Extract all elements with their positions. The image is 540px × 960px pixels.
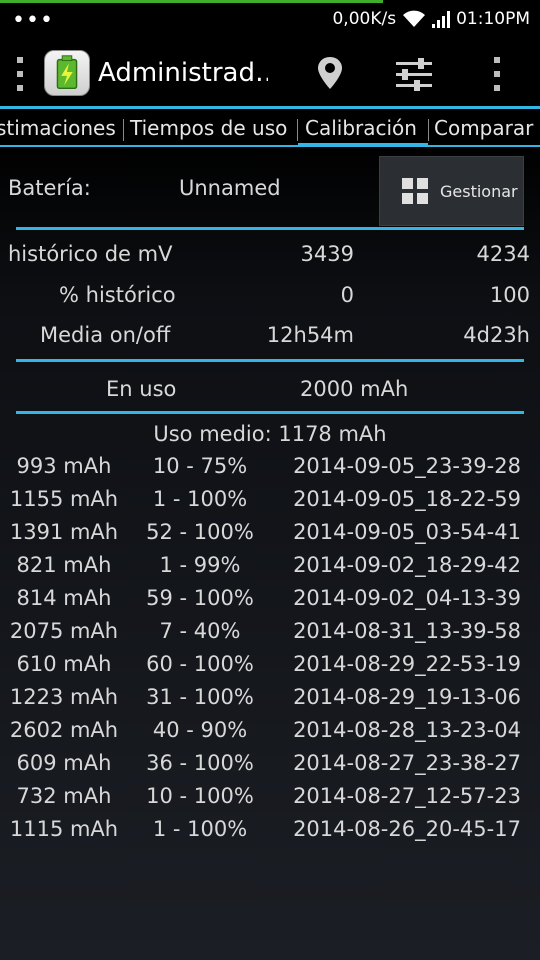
battery-app-icon[interactable] <box>44 50 90 96</box>
tab-calibracion[interactable]: Calibración <box>305 116 417 140</box>
history-mah: 814 mAh <box>16 586 112 610</box>
action-bar: Administrad… <box>0 40 540 106</box>
history-range: 10 - 100% <box>146 784 254 808</box>
history-mah: 610 mAh <box>16 652 112 676</box>
history-range: 1 - 100% <box>152 817 248 841</box>
signal-icon <box>432 10 451 28</box>
stat-row-mv: histórico de mV 3439 4234 <box>0 242 540 272</box>
stat-min: 0 <box>340 283 354 307</box>
history-range: 1 - 99% <box>159 553 241 577</box>
stat-label: Media on/off <box>40 323 171 347</box>
grid-icon <box>402 178 428 204</box>
history-mah: 1223 mAh <box>9 685 119 709</box>
history-range: 10 - 75% <box>152 454 248 478</box>
divider <box>16 359 524 362</box>
stat-min: 12h54m <box>266 323 354 347</box>
history-date: 2014-08-27_23-38-27 <box>293 751 521 775</box>
history-date: 2014-08-29_22-53-19 <box>293 652 521 676</box>
history-row: 993 mAh 10 - 75% 2014-09-05_23-39-28 <box>0 454 540 486</box>
divider <box>16 411 524 414</box>
history-range: 59 - 100% <box>146 586 254 610</box>
wifi-icon <box>403 10 426 27</box>
history-row: 1155 mAh 1 - 100% 2014-09-05_18-22-59 <box>0 487 540 519</box>
overflow-menu-icon[interactable] <box>494 57 502 91</box>
history-mah: 821 mAh <box>16 553 112 577</box>
drawer-menu-icon[interactable] <box>17 57 25 91</box>
in-use-label: En uso <box>106 377 177 401</box>
history-mah: 1391 mAh <box>9 520 119 544</box>
manage-button-label: Gestionar <box>440 181 518 201</box>
tab-separator <box>428 119 429 141</box>
history-mah: 2602 mAh <box>9 718 119 742</box>
stat-row-onoff: Media on/off 12h54m 4d23h <box>0 323 540 353</box>
history-mah: 732 mAh <box>16 784 112 808</box>
location-pin-icon[interactable] <box>316 56 344 90</box>
tab-estimaciones[interactable]: stimaciones <box>0 116 116 140</box>
network-speed: 0,00K/s <box>332 9 397 29</box>
history-row: 821 mAh 1 - 99% 2014-09-02_18-29-42 <box>0 553 540 585</box>
stat-min: 3439 <box>300 242 354 266</box>
history-mah: 609 mAh <box>16 751 112 775</box>
tab-strip: stimaciones Tiempos de uso Calibración C… <box>0 109 540 147</box>
history-date: 2014-08-31_13-39-58 <box>293 619 521 643</box>
history-date: 2014-08-27_12-57-23 <box>293 784 521 808</box>
history-mah: 993 mAh <box>16 454 112 478</box>
history-mah: 1155 mAh <box>9 487 119 511</box>
history-row: 2602 mAh 40 - 90% 2014-08-28_13-23-04 <box>0 718 540 750</box>
stat-max: 100 <box>489 283 530 307</box>
history-range: 40 - 90% <box>152 718 248 742</box>
stat-max: 4d23h <box>463 323 530 347</box>
status-bar: ••• 0,00K/s 01:10PM <box>0 0 540 40</box>
history-mah: 1115 mAh <box>9 817 119 841</box>
battery-label: Batería: <box>8 176 91 200</box>
tab-tiempos-de-uso[interactable]: Tiempos de uso <box>130 116 287 140</box>
history-range: 52 - 100% <box>146 520 254 544</box>
history-row: 1223 mAh 31 - 100% 2014-08-29_19-13-06 <box>0 685 540 717</box>
history-date: 2014-09-05_03-54-41 <box>293 520 521 544</box>
tabs-bottom-line <box>0 145 540 147</box>
history-date: 2014-09-02_04-13-39 <box>293 586 521 610</box>
stat-max: 4234 <box>476 242 530 266</box>
download-progress-bar <box>0 0 383 3</box>
stat-label: histórico de mV <box>8 242 173 266</box>
history-range: 7 - 40% <box>159 619 241 643</box>
history-date: 2014-08-29_19-13-06 <box>293 685 521 709</box>
history-row: 732 mAh 10 - 100% 2014-08-27_12-57-23 <box>0 784 540 816</box>
divider <box>16 227 524 230</box>
in-use-value: 2000 mAh <box>300 377 409 401</box>
manage-button[interactable]: Gestionar <box>379 156 524 226</box>
clock: 01:10PM <box>456 9 530 29</box>
tab-comparar[interactable]: Comparar <box>434 116 533 140</box>
history-row: 814 mAh 59 - 100% 2014-09-02_04-13-39 <box>0 586 540 618</box>
tab-separator <box>297 119 298 141</box>
settings-sliders-icon[interactable] <box>394 56 434 92</box>
history-date: 2014-09-05_23-39-28 <box>293 454 521 478</box>
tab-separator <box>123 119 124 141</box>
battery-name: Unnamed <box>179 176 281 200</box>
history-row: 609 mAh 36 - 100% 2014-08-27_23-38-27 <box>0 751 540 783</box>
history-date: 2014-09-02_18-29-42 <box>293 553 521 577</box>
history-row: 610 mAh 60 - 100% 2014-08-29_22-53-19 <box>0 652 540 684</box>
stat-label: % histórico <box>59 283 176 307</box>
history-date: 2014-08-28_13-23-04 <box>293 718 521 742</box>
average-usage: Uso medio: 1178 mAh <box>153 422 387 446</box>
history-date: 2014-09-05_18-22-59 <box>293 487 521 511</box>
selected-tab-indicator <box>298 143 428 146</box>
history-range: 36 - 100% <box>146 751 254 775</box>
stat-row-percent: % histórico 0 100 <box>0 283 540 313</box>
history-range: 60 - 100% <box>146 652 254 676</box>
notification-dots: ••• <box>12 8 54 33</box>
history-range: 31 - 100% <box>146 685 254 709</box>
status-right: 0,00K/s 01:10PM <box>332 9 530 29</box>
app-title: Administrad… <box>98 58 268 88</box>
history-row: 1115 mAh 1 - 100% 2014-08-26_20-45-17 <box>0 817 540 849</box>
history-row: 2075 mAh 7 - 40% 2014-08-31_13-39-58 <box>0 619 540 651</box>
history-date: 2014-08-26_20-45-17 <box>293 817 521 841</box>
history-row: 1391 mAh 52 - 100% 2014-09-05_03-54-41 <box>0 520 540 552</box>
history-range: 1 - 100% <box>152 487 248 511</box>
history-mah: 2075 mAh <box>9 619 119 643</box>
